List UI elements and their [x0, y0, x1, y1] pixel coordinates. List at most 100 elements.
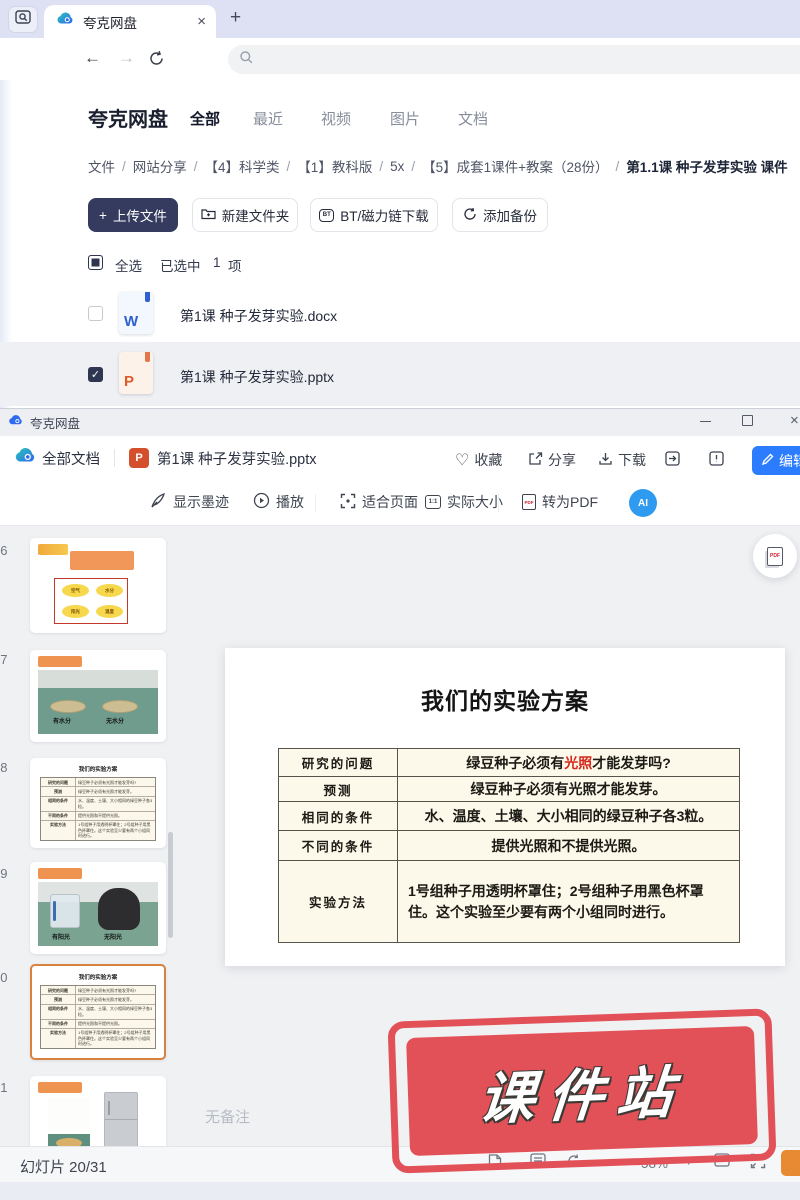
- browser-menu-button[interactable]: [8, 6, 38, 33]
- notes-placeholder[interactable]: 无备注: [205, 1106, 250, 1127]
- search-icon: [239, 50, 254, 70]
- table-content: 绿豆种子必须有光照才能发芽吗?: [397, 749, 739, 776]
- breadcrumb-separator: /: [411, 159, 415, 174]
- to-pdf-button[interactable]: PDF 转为PDF: [522, 492, 598, 512]
- thumb-bubble-box: 空气 水分 阳光 温度: [54, 578, 128, 624]
- word-file-icon: W: [119, 292, 153, 334]
- favorite-label: 收藏: [474, 450, 502, 470]
- thumbnail-scrollbar[interactable]: [168, 832, 173, 938]
- breadcrumb-current: 第1.1课 种子发芽实验 课件: [626, 156, 787, 176]
- breadcrumb-item[interactable]: 【4】科学类: [205, 156, 280, 176]
- thumbnail-number: 19: [0, 866, 7, 881]
- slide-thumbnail-19[interactable]: 有阳光 无阳光: [30, 862, 166, 954]
- back-icon[interactable]: ←: [84, 48, 101, 68]
- screen: 夸克网盘 × + ← → 夸克网盘 全部 最近 视频 图片 文档 文件 / 网站…: [0, 0, 800, 1200]
- fit-page-button[interactable]: 适合页面: [340, 492, 418, 512]
- file-checkbox-checked[interactable]: ✓: [88, 367, 103, 382]
- bubble-water: 水分: [96, 584, 123, 597]
- ai-assistant-button[interactable]: AI: [629, 489, 657, 517]
- refresh-icon[interactable]: [148, 50, 165, 72]
- breadcrumb-item[interactable]: 文件: [88, 156, 115, 176]
- select-all-label[interactable]: 全选: [115, 255, 142, 275]
- viewer-titlebar: 夸克网盘: [0, 408, 800, 436]
- selected-prefix: 已选中: [160, 255, 201, 275]
- share-button[interactable]: 分享: [528, 450, 576, 470]
- add-backup-button[interactable]: 添加备份: [452, 198, 548, 232]
- floating-pdf-button[interactable]: PDF: [753, 534, 797, 578]
- new-folder-button[interactable]: 新建文件夹: [192, 198, 298, 232]
- close-tab-icon[interactable]: ×: [197, 13, 206, 30]
- file-name[interactable]: 第1课 种子发芽实验.pptx: [180, 367, 334, 387]
- quark-logo-icon: [56, 10, 74, 33]
- clear-cup: [50, 894, 80, 928]
- backup-sync-icon: [463, 207, 477, 224]
- new-folder-label: 新建文件夹: [222, 205, 290, 225]
- file-checkbox[interactable]: [88, 306, 103, 321]
- maximize-icon[interactable]: [742, 415, 753, 426]
- breadcrumb-item[interactable]: 【5】成套1课件+教案（28份）: [422, 156, 608, 176]
- selected-count: 1: [213, 255, 221, 270]
- fit-page-icon: [340, 493, 356, 512]
- cup-handle: [53, 901, 56, 921]
- slide-thumbnail-20-selected[interactable]: 我们的实验方案 研究的问题绿豆种子必须有光照才能发芽吗? 预测绿豆种子必须有光照…: [30, 964, 166, 1060]
- ai-label: AI: [638, 498, 648, 509]
- thumbnail-number: 17: [0, 652, 7, 667]
- tab-document[interactable]: 文档: [458, 108, 488, 129]
- minimize-icon[interactable]: [700, 421, 711, 422]
- thumb-text-block: [70, 551, 134, 570]
- table-content: 提供光照和不提供光照。: [397, 830, 739, 860]
- thumbnail-number: 20: [0, 970, 7, 985]
- new-tab-button[interactable]: +: [230, 7, 241, 29]
- actual-size-button[interactable]: 1:1 实际大小: [425, 492, 503, 512]
- table-row-selected[interactable]: ✓ P 第1课 种子发芽实验.pptx: [0, 342, 800, 406]
- play-icon: [253, 492, 270, 512]
- tab-video[interactable]: 视频: [321, 108, 351, 129]
- content-pre: 绿豆种子必须有: [466, 753, 564, 773]
- fridge-seam: [105, 1119, 137, 1120]
- heart-icon: ♡: [455, 450, 469, 470]
- thumb-title-chip: [38, 544, 68, 555]
- photo-label-sun: 有阳光: [52, 932, 70, 941]
- breadcrumb-item[interactable]: 5x: [390, 159, 404, 174]
- favorite-button[interactable]: ♡ 收藏: [455, 450, 502, 470]
- close-window-icon[interactable]: ×: [790, 412, 799, 429]
- breadcrumb-separator: /: [122, 159, 126, 174]
- show-ink-button[interactable]: 显示墨迹: [150, 492, 229, 512]
- upload-file-button[interactable]: + 上传文件: [88, 198, 178, 232]
- bt-download-button[interactable]: BT BT/磁力链下载: [310, 198, 438, 232]
- tab-recent[interactable]: 最近: [253, 108, 283, 129]
- table-label: 相同的条件: [279, 801, 397, 830]
- breadcrumb-item[interactable]: 【1】教科版: [297, 156, 372, 176]
- photo-label-no-sun: 无阳光: [104, 932, 122, 941]
- breadcrumb-item[interactable]: 网站分享: [133, 156, 187, 176]
- edit-button[interactable]: 编辑: [752, 446, 800, 475]
- table-content: 绿豆种子必须有光照才能发芽。: [397, 776, 739, 801]
- browser-tab[interactable]: 夸克网盘 ×: [44, 5, 216, 38]
- file-name[interactable]: 第1课 种子发芽实验.docx: [180, 306, 337, 326]
- select-all-checkbox[interactable]: [88, 255, 103, 270]
- promo-corner-button[interactable]: [781, 1150, 800, 1176]
- search-input[interactable]: [228, 45, 800, 74]
- content-post: 才能发芽吗?: [592, 753, 671, 773]
- feedback-icon[interactable]: [708, 450, 725, 472]
- photo-label-no-water: 无水分: [106, 716, 124, 725]
- slide-thumbnail-17[interactable]: 有水分 无水分: [30, 650, 166, 742]
- seed-plate: [102, 700, 138, 713]
- mini-table: 研究的问题绿豆种子必须有光照才能发芽吗? 预测绿豆种子必须有光照才能发芽。 相同…: [40, 985, 156, 1049]
- share-icon: [528, 451, 543, 469]
- slide-thumbnail-18[interactable]: 我们的实验方案 研究的问题绿豆种子必须有光照才能发芽吗? 预测绿豆种子必须有光照…: [30, 758, 166, 848]
- play-button[interactable]: 播放: [253, 492, 304, 512]
- download-icon: [598, 451, 613, 469]
- table-label: 实验方法: [279, 860, 397, 942]
- tab-all[interactable]: 全部: [190, 108, 220, 129]
- tab-image[interactable]: 图片: [390, 108, 420, 129]
- save-to-drive-icon[interactable]: [664, 450, 681, 472]
- breadcrumb-separator: /: [379, 159, 383, 174]
- table-row[interactable]: W 第1课 种子发芽实验.docx: [0, 284, 800, 341]
- one-to-one-icon: 1:1: [425, 495, 441, 509]
- download-button[interactable]: 下载: [598, 450, 646, 470]
- share-label: 分享: [548, 450, 576, 470]
- slide-thumbnail-16[interactable]: 空气 水分 阳光 温度: [30, 538, 166, 633]
- all-docs-link[interactable]: 全部文档: [42, 448, 100, 469]
- forward-icon[interactable]: →: [118, 48, 135, 68]
